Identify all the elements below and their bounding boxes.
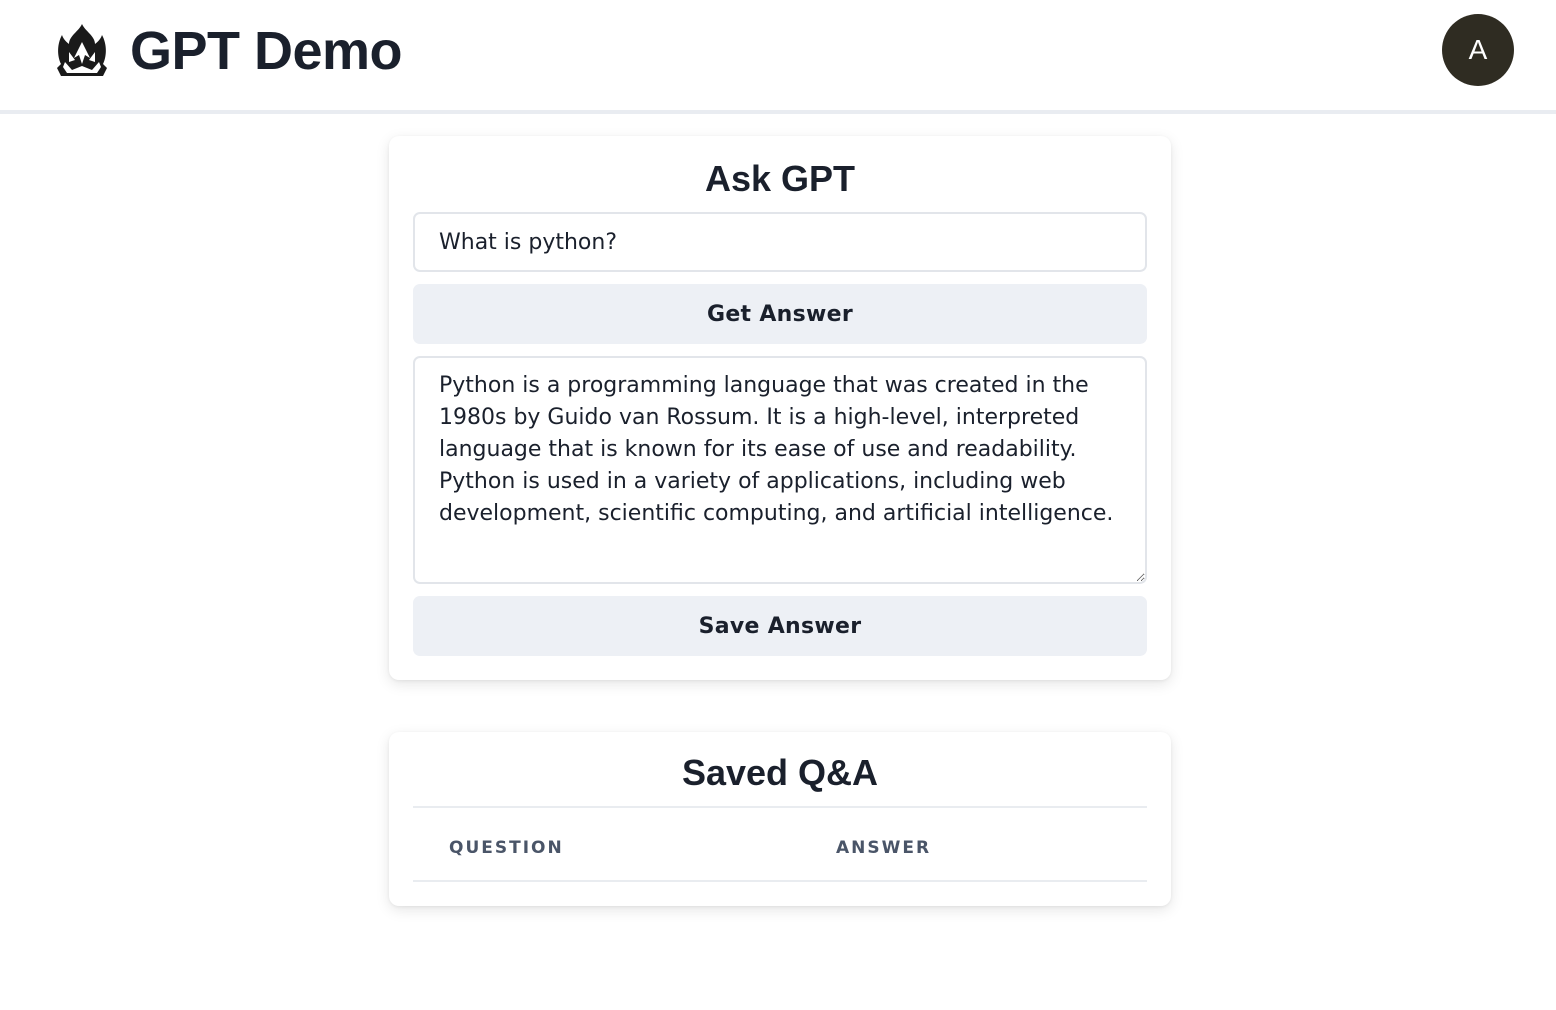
logo-icon xyxy=(57,24,107,76)
ask-gpt-card: Ask GPT Get Answer Python is a programmi… xyxy=(389,136,1171,680)
table-divider xyxy=(413,806,1147,808)
app-title: GPT Demo xyxy=(130,21,403,81)
app-header: GPT Demo A xyxy=(0,0,1556,114)
column-header-question: QUESTION xyxy=(449,838,564,858)
user-avatar[interactable]: A xyxy=(1442,14,1514,86)
ask-gpt-title: Ask GPT xyxy=(704,158,856,199)
get-answer-button[interactable]: Get Answer xyxy=(413,284,1147,344)
saved-qa-card: Saved Q&A QUESTION ANSWER xyxy=(389,732,1171,906)
saved-qa-title: Saved Q&A xyxy=(681,752,879,793)
question-input[interactable] xyxy=(413,212,1147,272)
table-header-divider xyxy=(413,880,1147,882)
answer-textarea[interactable]: Python is a programming language that wa… xyxy=(413,356,1147,584)
column-header-answer: ANSWER xyxy=(836,838,932,858)
save-answer-button[interactable]: Save Answer xyxy=(413,596,1147,656)
